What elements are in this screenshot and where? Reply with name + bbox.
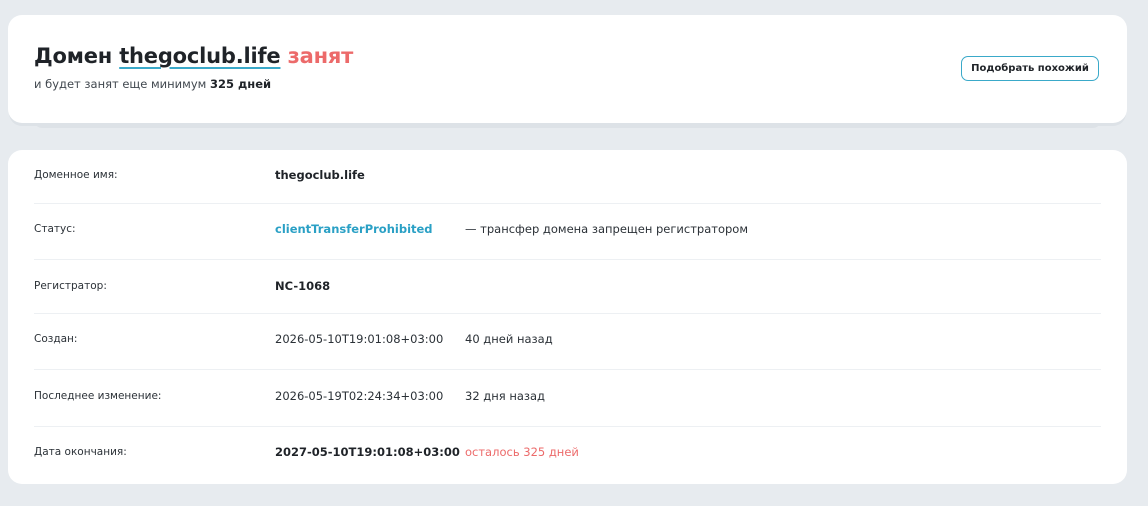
page-title: Домен thegoclub.life занят — [34, 42, 353, 70]
status-description: — трансфер домена запрещен регистратором — [465, 222, 749, 236]
row-divider — [34, 313, 1101, 314]
row-divider — [34, 203, 1101, 204]
created-date: 2026-05-10T19:01:08+03:00 — [275, 332, 444, 346]
title-domain: thegoclub.life — [119, 44, 281, 68]
domain-status-card: Домен thegoclub.life занят и будет занят… — [8, 15, 1127, 123]
row-divider — [34, 426, 1101, 427]
registrar-value: NC-1068 — [275, 279, 331, 293]
occupancy-note: и будет занят еще минимум 325 дней — [34, 77, 271, 91]
detail-label: Создан: — [34, 333, 78, 345]
updated-date: 2026-05-19T02:24:34+03:00 — [275, 389, 444, 403]
title-prefix: Домен — [34, 44, 113, 68]
occupancy-prefix: и будет занят еще минимум — [34, 77, 207, 91]
detail-label: Последнее изменение: — [34, 390, 162, 402]
detail-label: Статус: — [34, 223, 76, 235]
expiry-date: 2027-05-10T19:01:08+03:00 — [275, 445, 460, 459]
row-divider — [34, 259, 1101, 260]
created-ago: 40 дней назад — [465, 332, 553, 346]
status-code-link[interactable]: clientTransferProhibited — [275, 222, 433, 236]
detail-value-domain: thegoclub.life — [275, 168, 365, 182]
detail-label: Доменное имя: — [34, 169, 118, 181]
find-similar-button[interactable]: Подобрать похожий — [961, 56, 1099, 81]
updated-ago: 32 дня назад — [465, 389, 546, 403]
detail-label: Регистратор: — [34, 280, 107, 292]
occupancy-days: 325 дней — [209, 77, 272, 91]
detail-label: Дата окончания: — [34, 446, 127, 458]
expiry-remaining: осталось 325 дней — [465, 445, 579, 459]
domain-details-card: Доменное имя: thegoclub.life Статус: cli… — [8, 150, 1127, 484]
status-word: занят — [287, 44, 354, 68]
row-divider — [34, 369, 1101, 370]
